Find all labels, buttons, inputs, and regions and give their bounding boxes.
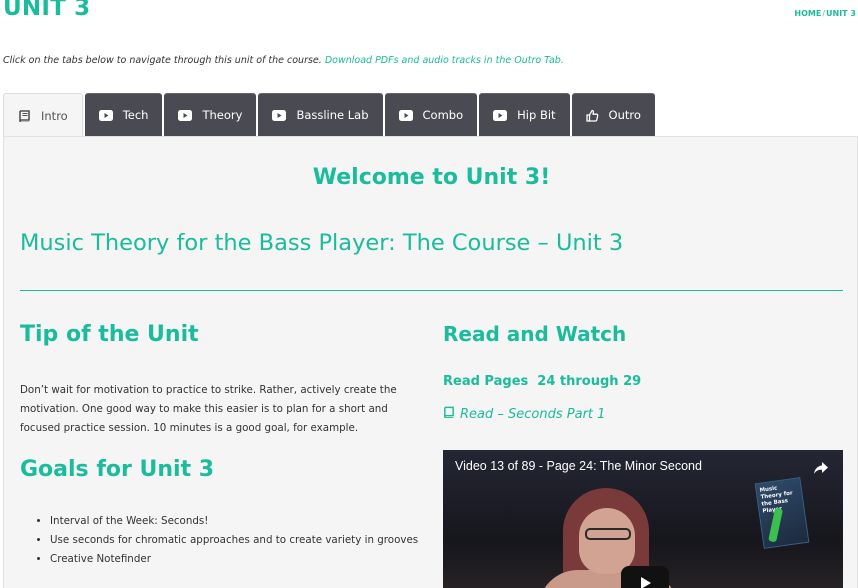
play-icon [641,577,651,588]
read-link-label: Read – Seconds Part 1 [460,406,606,422]
list-item: Interval of the Week: Seconds! [50,512,420,531]
book-cover-image: Music Theory for the Bass Player [754,477,810,549]
book-icon [443,406,455,422]
list-item: Creative Notefinder [50,550,420,569]
tab-intro[interactable]: Intro [3,93,83,137]
tab-hip-bit[interactable]: Hip Bit [479,93,570,136]
tip-heading: Tip of the Unit [20,322,199,347]
tab-combo[interactable]: Combo [384,93,478,136]
tab-panel-intro: Welcome to Unit 3! Music Theory for the … [3,136,858,588]
tab-label: Outro [608,108,641,122]
right-column: Read and Watch Read Pages 24 through 29 … [443,322,843,422]
breadcrumb-separator: / [822,9,826,18]
read-pages: Read Pages 24 through 29 [443,374,642,389]
thumbs-up-icon [585,109,599,122]
tab-label: Hip Bit [517,108,556,122]
tab-theory[interactable]: Theory [164,93,257,136]
intro-text: Click on the tabs below to navigate thro… [3,55,322,66]
play-icon [493,109,508,121]
book-icon [18,109,31,122]
list-item: Use seconds for chromatic approaches and… [50,531,420,550]
tab-label: Bassline Lab [296,108,369,122]
tip-text: Don’t wait for motivation to practice to… [20,384,397,434]
video-presenter-face [579,508,635,574]
tab-label: Intro [41,108,68,123]
left-column: Tip of the Unit Don’t wait for motivatio… [20,322,420,569]
play-icon [272,109,287,121]
tab-bassline-lab[interactable]: Bassline Lab [258,93,383,136]
breadcrumb: HOME/UNIT 3 [794,9,856,18]
page-title: UNIT 3 [3,0,91,21]
intro-instructions: Click on the tabs below to navigate thro… [3,55,564,66]
tab-label: Combo [422,108,464,122]
play-button[interactable] [621,566,669,588]
tab-label: Tech [122,108,149,122]
share-icon[interactable] [813,460,829,479]
breadcrumb-home[interactable]: HOME [794,9,821,18]
video-presenter-glasses [585,528,631,540]
play-icon [178,109,193,121]
course-title: Music Theory for the Bass Player: The Co… [20,230,624,256]
play-icon [398,109,413,121]
breadcrumb-current: UNIT 3 [826,9,856,18]
video-title[interactable]: Video 13 of 89 - Page 24: The Minor Seco… [455,459,702,473]
tab-tech[interactable]: Tech [84,93,163,136]
welcome-heading: Welcome to Unit 3! [312,165,551,190]
tab-label: Theory [202,108,243,122]
tab-outro[interactable]: Outro [571,93,655,136]
goals-heading: Goals for Unit 3 [20,457,215,482]
download-link[interactable]: Download PDFs and audio tracks in the Ou… [325,55,564,66]
read-watch-heading: Read and Watch [443,322,627,346]
unit-tabs: Intro Tech Theory Bassline Lab Combo Hip… [3,93,657,137]
divider [20,290,843,291]
play-icon [98,109,113,121]
read-seconds-link[interactable]: Read – Seconds Part 1 [443,406,843,422]
video-player[interactable]: Music Theory for the Bass Player Video 1… [443,450,843,588]
goals-list: Interval of the Week: Seconds! Use secon… [20,512,420,569]
